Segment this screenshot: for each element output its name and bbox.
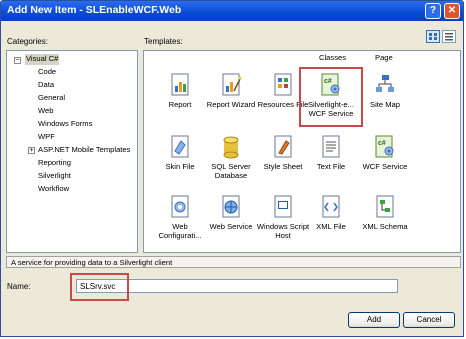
tree-item-windows-forms[interactable]: Windows Forms [38,119,92,130]
large-icons-icon [429,33,437,40]
template-web-configuration-file[interactable]: Web Configurati... [151,195,209,240]
tree-item-visual-csharp[interactable]: Visual C# [25,54,60,65]
template-xml-file[interactable]: XML File [302,195,360,231]
tree-item-code[interactable]: Code [38,67,56,78]
title-bar[interactable]: Add New Item - SLEnableWCF.Web ? ✕ [1,1,463,21]
small-icons-view-button[interactable] [442,30,456,43]
tree-item-web[interactable]: Web [38,106,53,117]
templates-label: Templates: [144,37,183,46]
add-new-item-dialog: Add New Item - SLEnableWCF.Web ? ✕ Categ… [0,0,464,337]
name-highlight [70,273,129,301]
style-sheet-icon [272,135,294,159]
collapse-icon[interactable]: − [14,57,21,64]
dialog-title: Add New Item - SLEnableWCF.Web [7,4,182,16]
close-button[interactable]: ✕ [444,3,460,19]
template-report[interactable]: Report [151,73,209,109]
tree-item-reporting[interactable]: Reporting [38,158,71,169]
csharp-wcf-icon: c# [374,135,396,159]
categories-tree[interactable]: − Visual C# Code Data General Web Window… [6,50,138,253]
cancel-button[interactable]: Cancel [403,312,455,328]
template-sql-server-database[interactable]: SQL Server Database [202,135,260,180]
svg-text:c#: c# [378,140,386,147]
templates-list[interactable]: Classes Page Report Report Wizard Resour… [143,50,461,253]
list-view-icon [445,33,453,41]
template-text-file[interactable]: Text File [302,135,360,171]
help-button[interactable]: ? [425,3,441,19]
skin-file-icon [169,135,191,159]
template-site-map[interactable]: Site Map [356,73,414,109]
web-config-icon [169,195,191,219]
template-xml-schema[interactable]: XML Schema [356,195,414,231]
xml-file-icon [320,195,342,219]
tree-item-general[interactable]: General [38,93,65,104]
site-map-icon [374,73,396,97]
database-icon [220,135,242,159]
tree-item-asp-net-mobile[interactable]: ASP.NET Mobile Templates [38,145,130,156]
template-web-service[interactable]: Web Service [202,195,260,231]
web-service-icon [220,195,242,219]
resources-file-icon [272,73,294,97]
large-icons-view-button[interactable] [426,30,440,43]
template-report-wizard[interactable]: Report Wizard [202,73,260,109]
tree-item-silverlight[interactable]: Silverlight [38,171,71,182]
tree-item-workflow[interactable]: Workflow [38,184,69,195]
categories-label: Categories: [7,37,48,46]
tree-item-wpf[interactable]: WPF [38,132,55,143]
template-description: A service for providing data to a Silver… [6,256,461,268]
name-label: Name: [7,282,31,291]
report-icon [169,73,191,97]
template-skin-file[interactable]: Skin File [151,135,209,171]
script-host-icon [272,195,294,219]
template-caption-page: Page [375,53,393,62]
expand-icon[interactable]: + [28,147,35,154]
tree-item-data[interactable]: Data [38,80,54,91]
xml-schema-icon [374,195,396,219]
wcf-service-highlight [299,67,363,127]
template-wcf-service[interactable]: c# WCF Service [356,135,414,171]
text-file-icon [320,135,342,159]
template-caption-classes: Classes [319,53,347,62]
report-wizard-icon [220,73,242,97]
add-button[interactable]: Add [348,312,400,328]
